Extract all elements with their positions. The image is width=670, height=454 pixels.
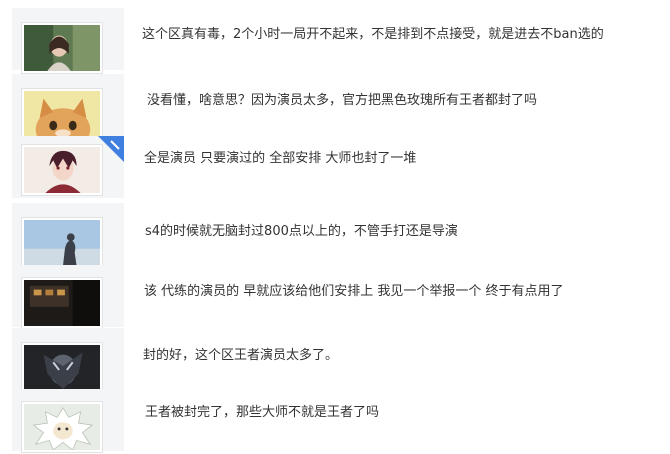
user-avatar[interactable] [21, 88, 103, 151]
comment-row: 这个区真有毒，2个小时一局开不起来，不是排到不点接受，就是进去不ban选的 [0, 8, 670, 74]
avatar-dark-street-photo-icon [24, 280, 100, 326]
comment-row: 王者被封完了，那些大师不就是王者了吗 [0, 389, 670, 453]
user-avatar[interactable] [21, 342, 103, 394]
user-avatar[interactable] [21, 401, 103, 453]
comment-text: 封的好，这个区王者演员太多了。 [143, 348, 339, 363]
avatar-sky-silhouette-icon [24, 220, 100, 266]
comment-text: 该 代练的演员的 早就应该给他们安排上 我见一个举报一个 终于有点用了 [144, 284, 564, 299]
avatar-anime-boy-icon [24, 147, 100, 193]
comment-row: s4的时候就无脑封过800点以上的，不管手打还是导演 [0, 203, 670, 269]
avatar-panel [12, 8, 124, 74]
avatar-white-lion-icon [24, 404, 100, 451]
user-avatar[interactable] [21, 277, 103, 329]
comment-row: 该 代练的演员的 早就应该给他们安排上 我见一个举报一个 终于有点用了 [0, 265, 670, 329]
comment-text: s4的时候就无脑封过800点以上的，不管手打还是导演 [145, 224, 458, 239]
avatar-panel [12, 136, 124, 198]
comment-text: 全是演员 只要演过的 全部安排 大师也封了一堆 [144, 151, 417, 166]
comment-text: 没看懂，啥意思？因为演员太多，官方把黑色玫瑰所有王者都封了吗 [147, 93, 538, 108]
avatar-panel [12, 328, 124, 394]
comment-row: 全是演员 只要演过的 全部安排 大师也封了一堆 [0, 136, 670, 198]
corner-badge-icon [98, 136, 124, 162]
avatar-cat-photo-icon [24, 91, 100, 151]
avatar-panel [12, 389, 124, 453]
avatar-panel [12, 74, 124, 151]
avatar-panel [12, 265, 124, 329]
user-avatar[interactable] [21, 217, 103, 269]
comment-text: 这个区真有毒，2个小时一局开不起来，不是排到不点接受，就是进去不ban选的 [142, 27, 604, 42]
user-avatar[interactable] [21, 22, 103, 74]
comment-text: 王者被封完了，那些大师不就是王者了吗 [145, 405, 380, 420]
avatar-dark-anime-icon [24, 345, 100, 391]
comment-row: 封的好，这个区王者演员太多了。 [0, 328, 670, 394]
comment-row: 没看懂，啥意思？因为演员太多，官方把黑色玫瑰所有王者都封了吗 [0, 74, 670, 151]
user-avatar[interactable] [21, 144, 103, 196]
avatar-panel [12, 203, 124, 269]
avatar-girl-green-photo-icon [24, 25, 100, 71]
